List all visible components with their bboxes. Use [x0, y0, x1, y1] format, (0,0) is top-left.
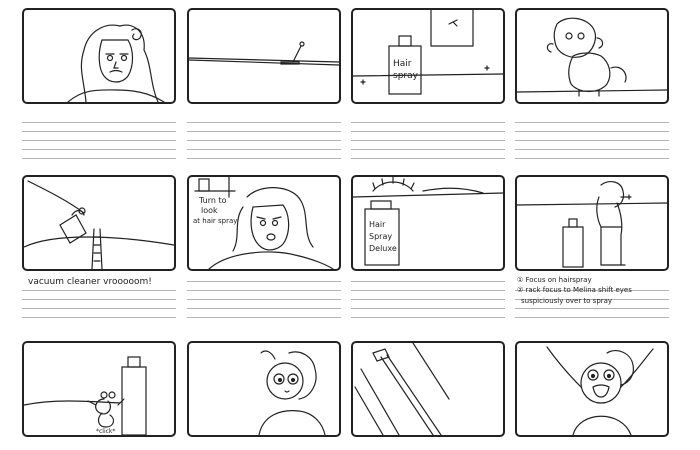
panel-4-sketch — [517, 17, 667, 97]
storyboard-panel-7: Hair Spray Deluxe — [351, 175, 505, 271]
panel-8-note-line2: ② rack focus to Melina shift eyes — [517, 286, 632, 294]
storyboard-panel-8 — [515, 175, 669, 271]
storyboard-panel-11 — [351, 341, 505, 437]
panel-9-sketch: *click* — [24, 356, 147, 435]
panel-6-caption-line2: look — [201, 206, 218, 215]
hairspray-label-line2: spray — [393, 71, 419, 81]
storyboard-panel-2 — [187, 8, 341, 104]
panel-10-sketch — [258, 350, 326, 435]
storyboard-panel-3: Hair spray — [351, 8, 505, 104]
panel-2-sketch — [189, 41, 339, 66]
panel-5-sketch — [24, 180, 174, 269]
panel-3-sketch: Hair spray — [353, 10, 503, 95]
storyboard-panel-6: Turn to look at hair spray — [187, 175, 341, 271]
panel-8-note-line3: suspiciously over to spray — [521, 297, 613, 305]
panel-9-sfx: *click* — [96, 428, 115, 435]
storyboard-panel-12 — [515, 341, 669, 437]
panel-12-sketch — [546, 346, 654, 435]
storyboard-panel-10 — [187, 341, 341, 437]
panel-8-sketch — [517, 181, 667, 268]
panel-5-note: vacuum cleaner vrooooom! — [28, 277, 152, 287]
panel-7-sketch: Hair Spray Deluxe — [353, 177, 503, 266]
panel-6-caption-line1: Turn to — [198, 196, 227, 205]
deluxe-label-line2: Spray — [369, 232, 392, 241]
panel-8-note-line1: ① Focus on hairspray — [517, 276, 592, 284]
panel-6-sketch: Turn to look at hair spray — [193, 177, 334, 269]
deluxe-label-line1: Hair — [369, 220, 386, 229]
hairspray-label-line1: Hair — [393, 59, 412, 69]
deluxe-label-line3: Deluxe — [369, 244, 397, 253]
storyboard-panel-9: *click* — [22, 341, 176, 437]
panel-11-sketch — [354, 343, 450, 435]
storyboard-panel-5 — [22, 175, 176, 271]
panel-6-caption-line3: at hair spray — [193, 217, 237, 225]
storyboard-panel-4 — [515, 8, 669, 104]
storyboard-panel-1 — [22, 8, 176, 104]
panel-1-sketch — [67, 24, 165, 102]
